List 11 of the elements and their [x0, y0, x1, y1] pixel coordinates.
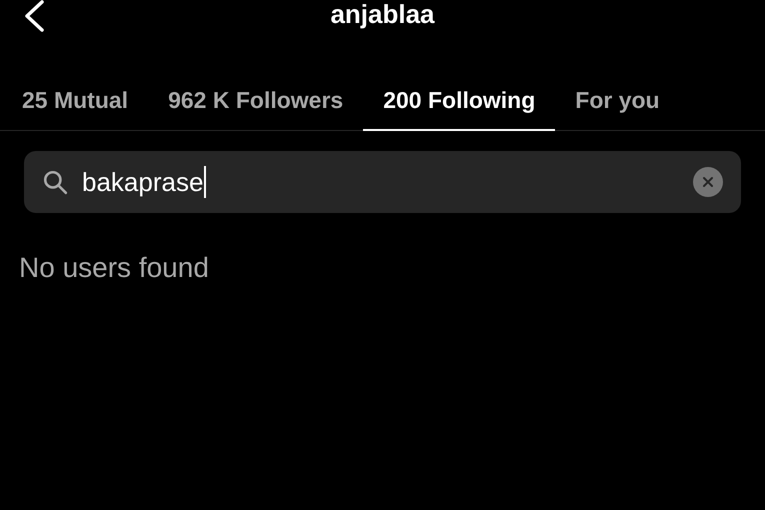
tab[interactable]: For you	[555, 71, 680, 131]
search-icon	[42, 169, 68, 195]
clear-icon[interactable]	[693, 167, 723, 197]
search-query: bakaprase	[82, 169, 204, 195]
tab[interactable]: 200 Following	[363, 71, 556, 131]
search-field[interactable]: bakaprase	[24, 151, 741, 213]
empty-results-message: No users found	[19, 251, 209, 285]
tab[interactable]: 962 K Followers	[148, 71, 364, 131]
profile-username: anjablaa	[330, 1, 435, 27]
back-icon[interactable]	[22, 0, 46, 32]
tab[interactable]: 25 Mutual	[2, 71, 148, 131]
